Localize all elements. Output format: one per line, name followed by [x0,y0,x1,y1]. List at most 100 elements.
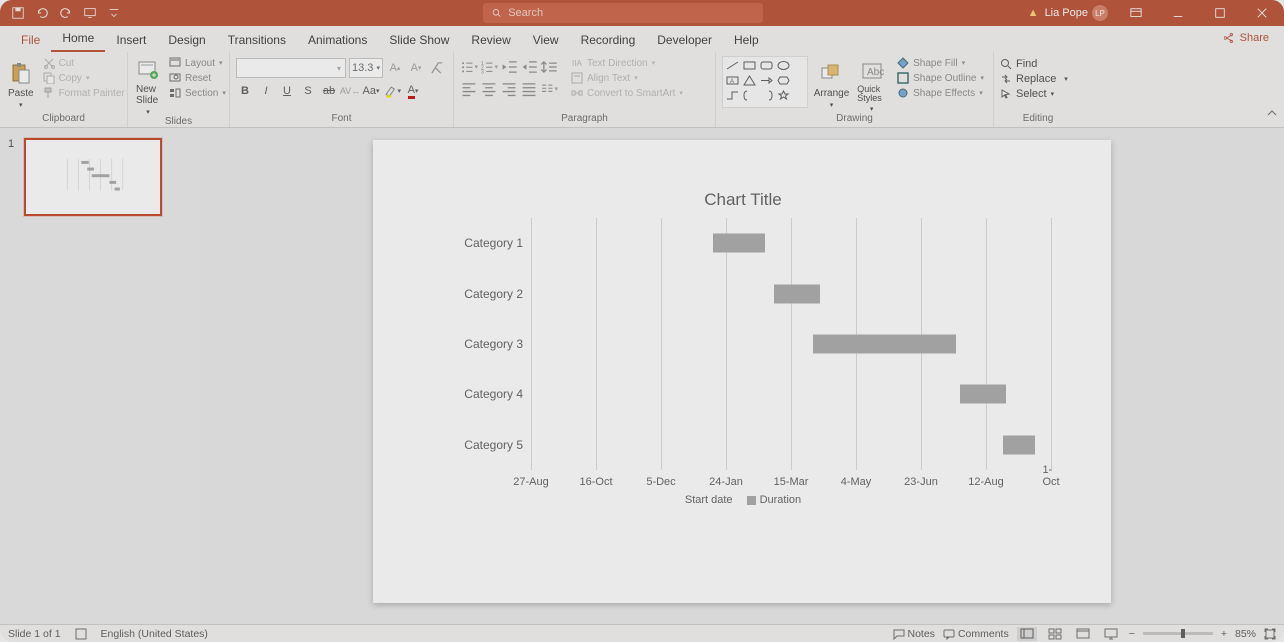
thumbnail-preview[interactable] [24,138,162,216]
replace-button[interactable]: Replace ▾ [1000,73,1068,85]
text-direction-button[interactable]: IIAText Direction ▾ [568,56,686,70]
notes-button[interactable]: Notes [893,628,935,640]
increase-font-icon[interactable]: A▴ [386,59,404,77]
align-text-button[interactable]: Align Text ▾ [568,71,686,85]
columns-icon[interactable]: ▾ [540,80,558,98]
zoom-level[interactable]: 85% [1235,628,1256,640]
group-font: ▾ 13.3▾ A▴ A▾ B I U S ab AV↔ Aa▾ ▾ A▾ [230,52,454,127]
new-slide-button[interactable]: New Slide ▾ [134,56,162,116]
shape-effects-button[interactable]: Shape Effects ▾ [894,86,987,100]
increase-indent-icon[interactable] [520,58,538,76]
reset-button[interactable]: Reset [166,71,229,85]
section-button[interactable]: Section ▾ [166,86,229,100]
share-button[interactable]: Share [1217,29,1276,47]
user-account[interactable]: Lia Pope LP [1045,5,1108,21]
tab-file[interactable]: File [10,29,51,52]
zoom-in-icon[interactable]: + [1221,628,1227,640]
numbering-icon[interactable]: 123▾ [480,58,498,76]
line-spacing-icon[interactable] [540,58,558,76]
search-input[interactable] [508,7,755,19]
slideshow-view-icon[interactable] [1101,627,1121,641]
shape-fill-button[interactable]: Shape Fill ▾ [894,56,987,70]
group-label-drawing: Drawing [722,113,987,126]
shapes-gallery[interactable]: A [722,56,808,108]
tab-design[interactable]: Design [157,29,216,52]
ribbon-display-icon[interactable] [1118,0,1154,26]
normal-view-icon[interactable] [1017,627,1037,641]
collapse-ribbon-icon[interactable] [1266,106,1278,124]
reading-view-icon[interactable] [1073,627,1093,641]
tab-help[interactable]: Help [723,29,770,52]
font-name-combo[interactable]: ▾ [236,58,346,78]
tab-insert[interactable]: Insert [105,29,157,52]
close-icon[interactable] [1244,0,1280,26]
tab-home[interactable]: Home [51,27,105,52]
language-indicator[interactable]: English (United States) [101,628,208,640]
comments-button[interactable]: Comments [943,628,1009,640]
decrease-font-icon[interactable]: A▾ [407,59,425,77]
thumbnail-1[interactable]: 1 [8,138,192,216]
font-color-icon[interactable]: A▾ [404,82,422,100]
shape-triangle-icon [742,74,756,86]
tab-view[interactable]: View [522,29,570,52]
convert-smartart-button[interactable]: Convert to SmartArt ▾ [568,86,686,100]
minimize-icon[interactable] [1160,0,1196,26]
tab-animations[interactable]: Animations [297,29,378,52]
bold-icon[interactable]: B [236,82,254,100]
align-left-icon[interactable] [460,80,478,98]
find-button[interactable]: Find [1000,58,1068,70]
select-button[interactable]: Select ▾ [1000,88,1068,100]
redo-icon[interactable] [58,5,74,21]
tab-transitions[interactable]: Transitions [217,29,297,52]
copy-icon [43,72,55,84]
layout-icon [169,57,181,69]
underline-icon[interactable]: U [278,82,296,100]
shape-outline-button[interactable]: Shape Outline ▾ [894,71,987,85]
layout-button[interactable]: Layout ▾ [166,56,229,70]
paste-button[interactable]: Paste ▾ [6,56,36,113]
decrease-indent-icon[interactable] [500,58,518,76]
zoom-out-icon[interactable]: − [1129,628,1135,640]
tab-review[interactable]: Review [460,29,521,52]
zoom-slider[interactable] [1143,632,1213,635]
slide-thumbnails[interactable]: 1 [0,128,200,624]
accessibility-icon[interactable] [75,628,87,640]
change-case-icon[interactable]: Aa▾ [362,82,380,100]
fit-window-icon[interactable] [1264,628,1276,640]
align-right-icon[interactable] [500,80,518,98]
zoom-thumb[interactable] [1181,629,1185,638]
select-icon [1000,88,1012,100]
align-center-icon[interactable] [480,80,498,98]
font-size-combo[interactable]: 13.3▾ [349,58,383,78]
search-box[interactable] [483,3,763,23]
cut-button[interactable]: Cut [40,56,128,70]
qat-dropdown-icon[interactable] [106,5,122,21]
highlight-icon[interactable]: ▾ [383,82,401,100]
undo-icon[interactable] [34,5,50,21]
bullets-icon[interactable]: ▾ [460,58,478,76]
tab-slideshow[interactable]: Slide Show [378,29,460,52]
clear-format-icon[interactable] [428,59,446,77]
x-tick-label: 24-Jan [709,476,743,488]
justify-icon[interactable] [520,80,538,98]
tab-recording[interactable]: Recording [570,29,647,52]
format-painter-button[interactable]: Format Painter [40,86,128,100]
slide-indicator[interactable]: Slide 1 of 1 [8,628,61,640]
save-icon[interactable] [10,5,26,21]
tab-developer[interactable]: Developer [646,29,723,52]
strike-icon[interactable]: ab [320,82,338,100]
copy-button[interactable]: Copy ▾ [40,71,128,85]
maximize-icon[interactable] [1202,0,1238,26]
legend-item-duration: Duration [760,494,802,506]
chart[interactable]: Chart Title 27-Aug16-Oct5-Dec24-Jan15-Ma… [433,190,1053,560]
char-spacing-icon[interactable]: AV↔ [341,82,359,100]
arrange-button[interactable]: Arrange▾ [812,56,852,113]
quick-styles-button[interactable]: Abc Quick Styles▾ [855,56,888,113]
italic-icon[interactable]: I [257,82,275,100]
slide-canvas-area[interactable]: Chart Title 27-Aug16-Oct5-Dec24-Jan15-Ma… [200,128,1284,624]
sorter-view-icon[interactable] [1045,627,1065,641]
reset-icon [169,72,181,84]
slideshow-start-icon[interactable] [82,5,98,21]
shadow-icon[interactable]: S [299,82,317,100]
slide[interactable]: Chart Title 27-Aug16-Oct5-Dec24-Jan15-Ma… [373,140,1111,603]
